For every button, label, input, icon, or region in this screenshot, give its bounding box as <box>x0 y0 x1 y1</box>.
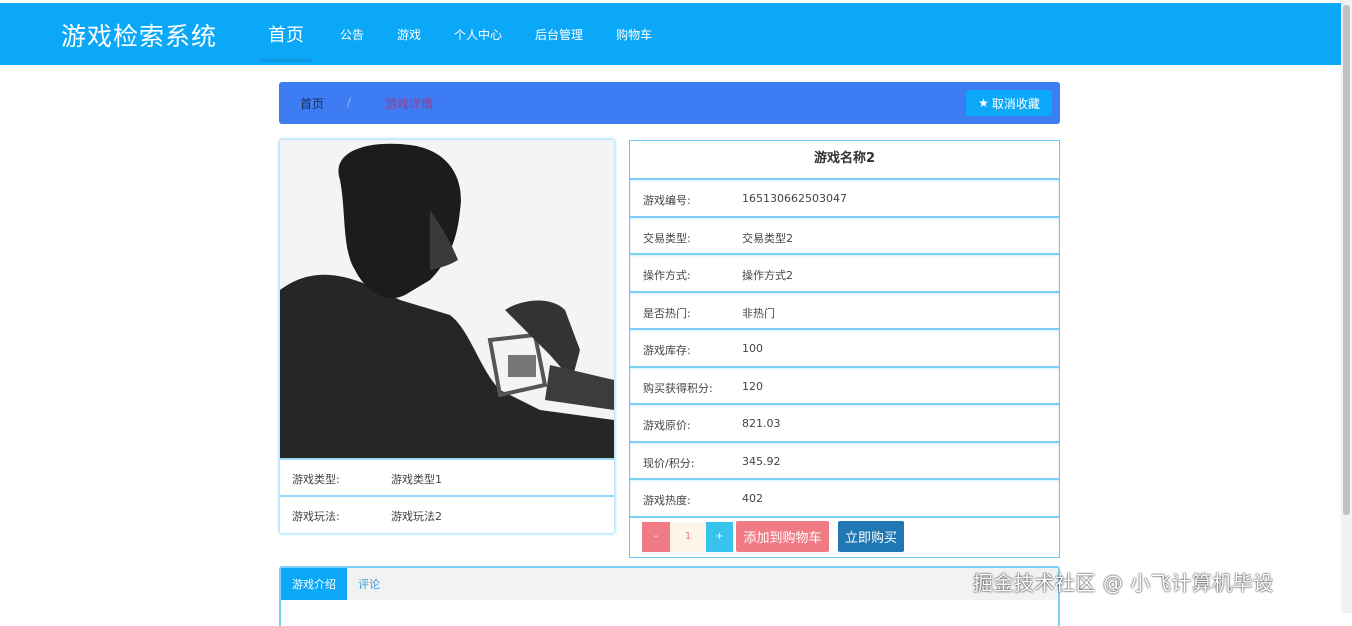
game-image <box>280 140 614 458</box>
info-label: 操作方式: <box>643 269 691 282</box>
game-type-row: 游戏类型: 游戏类型1 <box>280 458 614 495</box>
nav-announcement[interactable]: 公告 <box>340 3 364 65</box>
info-value: 165130662503047 <box>742 192 847 205</box>
add-to-cart-button[interactable]: 添加到购物车 <box>736 521 829 552</box>
watermark: 掘金技术社区 @ 小飞计算机毕设 <box>973 571 1274 595</box>
game-play-row: 游戏玩法: 游戏玩法2 <box>280 495 614 532</box>
info-label: 交易类型: <box>643 231 691 245</box>
cancel-favorite-button[interactable]: ★ 取消收藏 <box>966 90 1052 116</box>
info-value: 120 <box>742 379 763 393</box>
info-row-current-price: 现价/积分: 345.92 <box>630 443 1059 480</box>
main-nav: 首页 公告 游戏 个人中心 后台管理 购物车 <box>260 3 685 65</box>
nav-home[interactable]: 首页 <box>260 3 312 65</box>
info-row-popularity: 游戏热度: 402 <box>630 480 1059 518</box>
breadcrumb-home[interactable]: 首页 <box>300 95 324 112</box>
game-type-value: 游戏类型1 <box>391 473 442 486</box>
increase-quantity-button[interactable]: + <box>706 521 733 552</box>
tab-comments[interactable]: 评论 <box>347 568 391 600</box>
game-title: 游戏名称2 <box>630 141 1059 180</box>
purchase-actions: - 1 + 添加到购物车 立即购买 <box>642 521 904 552</box>
detail-tabs: 游戏介绍 评论 <box>279 566 1060 626</box>
info-label: 游戏热度: <box>643 494 691 507</box>
top-navbar: 游戏检索系统 首页 公告 游戏 个人中心 后台管理 购物车 <box>0 3 1341 65</box>
tab-header: 游戏介绍 评论 <box>281 568 1058 600</box>
game-play-label: 游戏玩法: <box>292 510 340 523</box>
nav-profile[interactable]: 个人中心 <box>454 3 502 65</box>
breadcrumb-current: 游戏详情 <box>385 97 434 111</box>
info-label: 游戏原价: <box>643 419 691 432</box>
quantity-input[interactable]: 1 <box>670 521 706 552</box>
cancel-favorite-label: 取消收藏 <box>991 96 1040 111</box>
info-value: 操作方式2 <box>742 269 793 282</box>
info-label: 是否热门: <box>643 306 691 320</box>
info-row-id: 游戏编号: 165130662503047 <box>630 180 1059 218</box>
scrollbar-thumb[interactable] <box>1343 5 1350 515</box>
game-play-value: 游戏玩法2 <box>391 510 442 523</box>
tab-introduction[interactable]: 游戏介绍 <box>281 568 347 600</box>
buy-now-button[interactable]: 立即购买 <box>838 521 904 552</box>
game-photo-card: 游戏类型: 游戏类型1 游戏玩法: 游戏玩法2 <box>279 139 615 534</box>
info-value: 交易类型2 <box>742 231 793 245</box>
game-type-label: 游戏类型: <box>292 473 340 486</box>
star-icon: ★ <box>978 96 989 110</box>
breadcrumb-separator: / <box>347 95 352 109</box>
site-brand[interactable]: 游戏检索系统 <box>61 17 217 53</box>
info-row-stock: 游戏库存: 100 <box>630 330 1059 368</box>
info-value: 345.92 <box>742 454 781 468</box>
info-label: 游戏库存: <box>643 344 691 357</box>
nav-games[interactable]: 游戏 <box>397 3 421 65</box>
info-label: 游戏编号: <box>643 194 691 207</box>
breadcrumb-bar: 首页 / 游戏详情 ★ 取消收藏 <box>279 82 1060 124</box>
info-row-trade-type: 交易类型: 交易类型2 <box>630 218 1059 255</box>
info-value: 821.03 <box>742 417 781 430</box>
decrease-quantity-button[interactable]: - <box>642 521 670 552</box>
info-value: 非热门 <box>742 306 775 320</box>
info-row-operation: 操作方式: 操作方式2 <box>630 255 1059 293</box>
game-info-card: 游戏名称2 游戏编号: 165130662503047 交易类型: 交易类型2 … <box>629 140 1060 558</box>
info-row-hot: 是否热门: 非热门 <box>630 293 1059 330</box>
info-value: 402 <box>742 492 763 505</box>
info-label: 现价/积分: <box>643 456 695 470</box>
nav-admin[interactable]: 后台管理 <box>535 3 583 65</box>
info-value: 100 <box>742 342 763 355</box>
info-label: 购买获得积分: <box>643 381 713 395</box>
info-row-original-price: 游戏原价: 821.03 <box>630 405 1059 443</box>
info-row-points: 购买获得积分: 120 <box>630 368 1059 405</box>
nav-cart[interactable]: 购物车 <box>616 3 652 65</box>
